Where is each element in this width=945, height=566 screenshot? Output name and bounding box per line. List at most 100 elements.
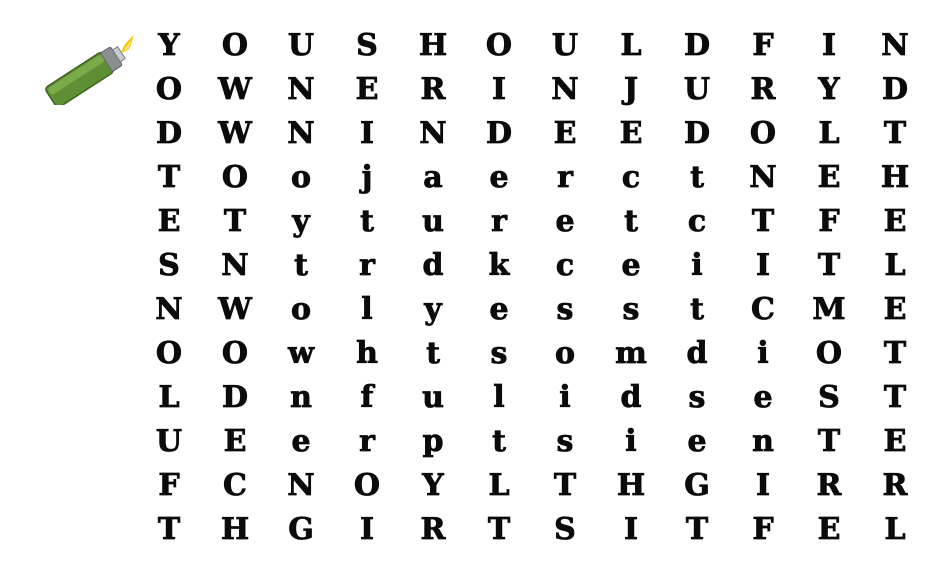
grid-letter[interactable]: a — [400, 156, 466, 200]
grid-letter[interactable]: O — [334, 464, 400, 508]
grid-letter[interactable]: C — [730, 288, 796, 332]
grid-letter[interactable]: N — [268, 112, 334, 156]
grid-letter[interactable]: d — [598, 376, 664, 420]
grid-letter[interactable]: O — [796, 332, 862, 376]
grid-letter[interactable]: t — [334, 200, 400, 244]
grid-letter[interactable]: S — [334, 24, 400, 68]
grid-letter[interactable]: i — [664, 244, 730, 288]
grid-letter[interactable]: H — [862, 156, 928, 200]
grid-letter[interactable]: N — [202, 244, 268, 288]
grid-letter[interactable]: i — [598, 420, 664, 464]
grid-letter[interactable]: N — [532, 68, 598, 112]
grid-letter[interactable]: u — [400, 200, 466, 244]
grid-letter[interactable]: e — [730, 376, 796, 420]
grid-letter[interactable]: F — [796, 200, 862, 244]
grid-letter[interactable]: L — [862, 244, 928, 288]
grid-letter[interactable]: R — [796, 464, 862, 508]
grid-letter[interactable]: O — [466, 24, 532, 68]
grid-letter[interactable]: r — [334, 244, 400, 288]
grid-letter[interactable]: e — [466, 288, 532, 332]
grid-letter[interactable]: I — [730, 464, 796, 508]
grid-letter[interactable]: T — [796, 420, 862, 464]
grid-letter[interactable]: r — [466, 200, 532, 244]
grid-letter[interactable]: D — [136, 112, 202, 156]
grid-letter[interactable]: t — [400, 332, 466, 376]
grid-letter[interactable]: y — [268, 200, 334, 244]
grid-letter[interactable]: T — [730, 200, 796, 244]
grid-letter[interactable]: T — [862, 376, 928, 420]
grid-letter[interactable]: N — [268, 464, 334, 508]
grid-letter[interactable]: D — [862, 68, 928, 112]
grid-letter[interactable]: U — [664, 68, 730, 112]
grid-letter[interactable]: I — [730, 244, 796, 288]
grid-letter[interactable]: c — [664, 200, 730, 244]
grid-letter[interactable]: L — [862, 508, 928, 552]
grid-letter[interactable]: T — [136, 156, 202, 200]
grid-letter[interactable]: D — [466, 112, 532, 156]
grid-letter[interactable]: e — [532, 200, 598, 244]
grid-letter[interactable]: t — [268, 244, 334, 288]
grid-letter[interactable]: Y — [796, 68, 862, 112]
grid-letter[interactable]: e — [466, 156, 532, 200]
grid-letter[interactable]: s — [664, 376, 730, 420]
grid-letter[interactable]: p — [400, 420, 466, 464]
grid-letter[interactable]: S — [532, 508, 598, 552]
grid-letter[interactable]: L — [598, 24, 664, 68]
grid-letter[interactable]: c — [532, 244, 598, 288]
grid-letter[interactable]: D — [664, 112, 730, 156]
grid-letter[interactable]: G — [268, 508, 334, 552]
grid-letter[interactable]: J — [598, 68, 664, 112]
grid-letter[interactable]: L — [796, 112, 862, 156]
grid-letter[interactable]: E — [334, 68, 400, 112]
grid-letter[interactable]: E — [862, 200, 928, 244]
grid-letter[interactable]: N — [136, 288, 202, 332]
grid-letter[interactable]: S — [136, 244, 202, 288]
grid-letter[interactable]: E — [136, 200, 202, 244]
grid-letter[interactable]: t — [664, 156, 730, 200]
grid-letter[interactable]: d — [400, 244, 466, 288]
grid-letter[interactable]: T — [202, 200, 268, 244]
grid-letter[interactable]: l — [466, 376, 532, 420]
grid-letter[interactable]: O — [730, 112, 796, 156]
grid-letter[interactable]: T — [796, 244, 862, 288]
grid-letter[interactable]: U — [268, 24, 334, 68]
grid-letter[interactable]: U — [532, 24, 598, 68]
grid-letter[interactable]: t — [466, 420, 532, 464]
grid-letter[interactable]: d — [664, 332, 730, 376]
grid-letter[interactable]: o — [268, 288, 334, 332]
grid-letter[interactable]: n — [268, 376, 334, 420]
grid-letter[interactable]: T — [664, 508, 730, 552]
grid-letter[interactable]: E — [532, 112, 598, 156]
grid-letter[interactable]: o — [268, 156, 334, 200]
grid-letter[interactable]: u — [400, 376, 466, 420]
grid-letter[interactable]: E — [862, 288, 928, 332]
grid-letter[interactable]: I — [598, 508, 664, 552]
grid-letter[interactable]: N — [862, 24, 928, 68]
grid-letter[interactable]: R — [400, 68, 466, 112]
grid-letter[interactable]: F — [730, 24, 796, 68]
grid-letter[interactable]: N — [400, 112, 466, 156]
grid-letter[interactable]: M — [796, 288, 862, 332]
grid-letter[interactable]: y — [400, 288, 466, 332]
grid-letter[interactable]: s — [466, 332, 532, 376]
grid-letter[interactable]: r — [334, 420, 400, 464]
grid-letter[interactable]: O — [202, 24, 268, 68]
grid-letter[interactable]: T — [862, 332, 928, 376]
grid-letter[interactable]: T — [136, 508, 202, 552]
grid-letter[interactable]: e — [664, 420, 730, 464]
grid-letter[interactable]: N — [730, 156, 796, 200]
grid-letter[interactable]: k — [466, 244, 532, 288]
grid-letter[interactable]: R — [730, 68, 796, 112]
grid-letter[interactable]: t — [664, 288, 730, 332]
grid-letter[interactable]: W — [202, 112, 268, 156]
grid-letter[interactable]: Y — [136, 24, 202, 68]
grid-letter[interactable]: I — [796, 24, 862, 68]
grid-letter[interactable]: I — [334, 508, 400, 552]
grid-letter[interactable]: T — [862, 112, 928, 156]
grid-letter[interactable]: I — [334, 112, 400, 156]
grid-letter[interactable]: G — [664, 464, 730, 508]
grid-letter[interactable]: j — [334, 156, 400, 200]
grid-letter[interactable]: E — [796, 156, 862, 200]
grid-letter[interactable]: m — [598, 332, 664, 376]
grid-letter[interactable]: o — [532, 332, 598, 376]
